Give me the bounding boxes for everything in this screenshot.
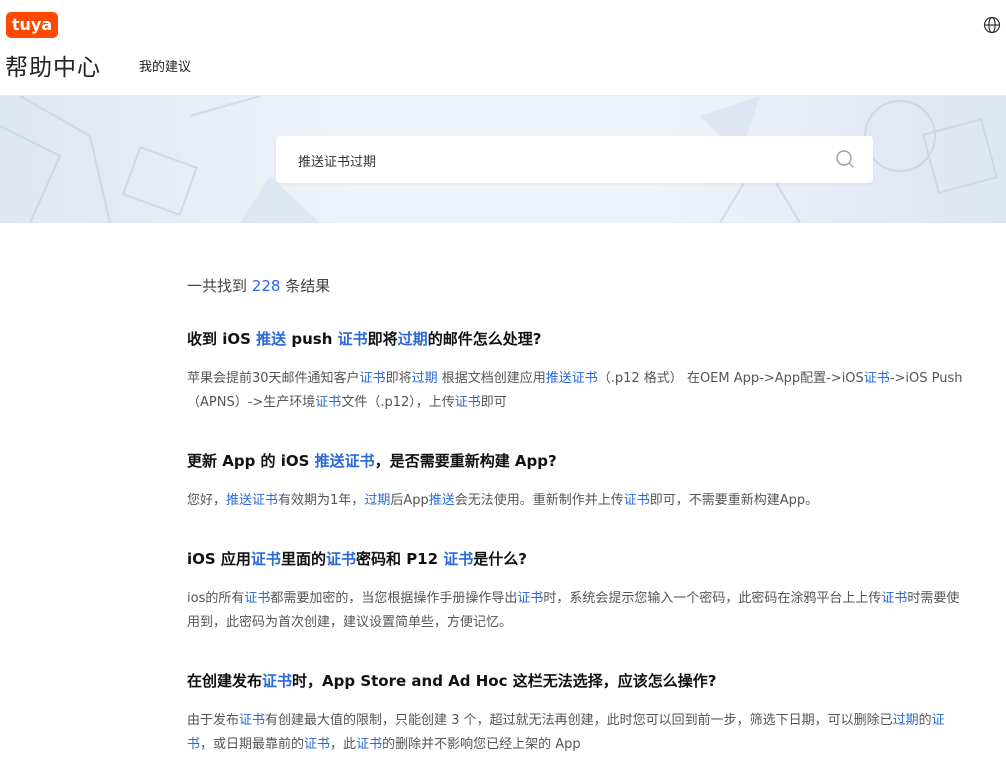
nav-my-suggestions[interactable]: 我的建议 bbox=[139, 56, 191, 75]
text-segment: ，此 bbox=[330, 737, 357, 752]
highlight-term: 过期 bbox=[892, 713, 919, 728]
highlight-term: 推送 bbox=[256, 330, 287, 348]
results-suffix: 条结果 bbox=[285, 277, 331, 295]
highlight-term: 证书 bbox=[239, 713, 266, 728]
highlight-term: 推送证书 bbox=[226, 493, 279, 508]
result-desc-2: 您好，推送证书有效期为1年，过期后App推送会无法使用。重新制作并上传证书即可，… bbox=[187, 489, 967, 513]
highlight-term: 证书 bbox=[443, 550, 474, 568]
highlight-term: 证书 bbox=[359, 371, 386, 386]
result-desc-1: 苹果会提前30天邮件通知客户证书即将过期 根据文档创建应用推送证书（.p12 格… bbox=[187, 367, 967, 415]
text-segment: 的邮件怎么处理? bbox=[427, 330, 542, 348]
text-segment: 的删除并不影响您已经上架的 App bbox=[382, 737, 581, 752]
highlight-term: 证书 bbox=[250, 550, 281, 568]
text-segment: 收到 iOS bbox=[187, 330, 257, 348]
text-segment: 更新 App 的 iOS bbox=[187, 452, 315, 470]
text-segment: iOS 应用 bbox=[187, 550, 251, 568]
text-segment: 的 bbox=[918, 713, 932, 728]
highlight-term: 推送证书 bbox=[545, 371, 598, 386]
text-segment: 在创建发布 bbox=[187, 672, 263, 690]
highlight-term: 证书 bbox=[881, 591, 908, 606]
search-box bbox=[276, 136, 873, 185]
highlight-term: 证书 bbox=[454, 395, 481, 410]
text-segment: 密码和 P12 bbox=[355, 550, 444, 568]
text-segment: 是什么? bbox=[473, 550, 527, 568]
text-segment: 即将 bbox=[367, 330, 398, 348]
results-count: 一共找到 228 条结果 bbox=[187, 275, 330, 296]
text-segment: 有创建最大值的限制，只能创建 3 个，超过就无法再创建，此时您可以回到前一步，筛… bbox=[265, 713, 893, 728]
search-icon[interactable] bbox=[835, 149, 855, 169]
tuya-logo[interactable]: tuya bbox=[6, 12, 58, 38]
result-title-1[interactable]: 收到 iOS 推送 push 证书即将过期的邮件怎么处理? bbox=[187, 328, 541, 349]
highlight-term: 推送 bbox=[428, 493, 455, 508]
highlight-term: 过期 bbox=[364, 493, 391, 508]
text-segment: push bbox=[286, 330, 338, 348]
highlight-term: 证书 bbox=[304, 737, 331, 752]
text-segment: ，是否需要重新构建 App? bbox=[374, 452, 557, 470]
highlight-term: 证书 bbox=[244, 591, 271, 606]
text-segment: （.p12 格式） 在OEM App->App配置->iOS bbox=[597, 371, 864, 386]
text-segment: 文件（.p12），上传 bbox=[341, 395, 455, 410]
text-segment: 即可，不需要重新构建App。 bbox=[649, 493, 819, 508]
text-segment: 有效期为1年， bbox=[278, 493, 365, 508]
text-segment: ，或日期最靠前的 bbox=[200, 737, 305, 752]
text-segment: 后App bbox=[390, 493, 429, 508]
top-header: tuya 帮助中心 我的建议 bbox=[0, 0, 1006, 96]
text-segment: 时，系统会提示您输入一个密码，此密码在涂鸦平台上上传 bbox=[543, 591, 882, 606]
site-title[interactable]: 帮助中心 bbox=[5, 48, 101, 82]
highlight-term: 证书 bbox=[863, 371, 890, 386]
text-segment: 由于发布 bbox=[187, 713, 240, 728]
text-segment: 会无法使用。重新制作并上传 bbox=[454, 493, 624, 508]
result-desc-3: ios的所有证书都需要加密的，当您根据操作手册操作导出证书时，系统会提示您输入一… bbox=[187, 587, 967, 635]
highlight-term: 证书 bbox=[337, 330, 368, 348]
result-title-2[interactable]: 更新 App 的 iOS 推送证书，是否需要重新构建 App? bbox=[187, 450, 557, 471]
text-segment: 根据文档创建应用 bbox=[437, 371, 546, 386]
text-segment: 里面的 bbox=[280, 550, 326, 568]
results-number: 228 bbox=[251, 277, 281, 295]
text-segment: 您好， bbox=[187, 493, 227, 508]
text-segment: 即可 bbox=[480, 395, 507, 410]
text-segment: 苹果会提前30天邮件通知客户 bbox=[187, 371, 360, 386]
results-prefix: 一共找到 bbox=[187, 277, 248, 295]
result-title-3[interactable]: iOS 应用证书里面的证书密码和 P12 证书是什么? bbox=[187, 548, 527, 569]
highlight-term: 过期 bbox=[397, 330, 428, 348]
text-segment: 时，App Store and Ad Hoc 这栏无法选择，应该怎么操作? bbox=[292, 672, 717, 690]
highlight-term: 证书 bbox=[623, 493, 650, 508]
highlight-term: 过期 bbox=[411, 371, 438, 386]
result-desc-4: 由于发布证书有创建最大值的限制，只能创建 3 个，超过就无法再创建，此时您可以回… bbox=[187, 709, 967, 757]
globe-icon[interactable] bbox=[983, 16, 1001, 34]
search-input[interactable] bbox=[296, 136, 820, 185]
text-segment: 即将 bbox=[385, 371, 412, 386]
highlight-term: 证书 bbox=[517, 591, 544, 606]
result-title-4[interactable]: 在创建发布证书时，App Store and Ad Hoc 这栏无法选择，应该怎… bbox=[187, 670, 716, 691]
text-segment: ios的所有 bbox=[187, 591, 245, 606]
highlight-term: 推送证书 bbox=[314, 452, 375, 470]
highlight-term: 证书 bbox=[315, 395, 342, 410]
highlight-term: 证书 bbox=[356, 737, 383, 752]
text-segment: 都需要加密的，当您根据操作手册操作导出 bbox=[270, 591, 518, 606]
highlight-term: 证书 bbox=[262, 672, 293, 690]
highlight-term: 证书 bbox=[325, 550, 356, 568]
